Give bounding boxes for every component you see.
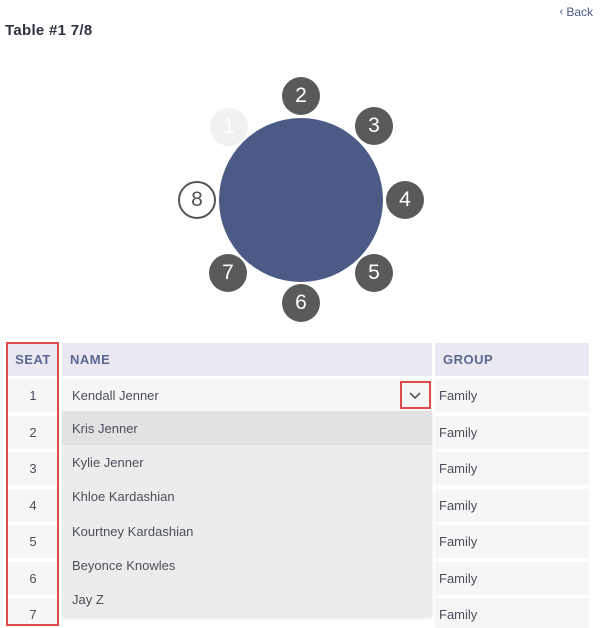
seat-3[interactable]: 3 [355,107,393,145]
group-cell: Family [435,562,589,595]
seat-8[interactable]: 8 [178,181,216,219]
group-cell: Family [435,525,589,558]
name-select-value: Kendall Jenner [72,388,159,403]
seat-7[interactable]: 7 [209,254,247,292]
seat-cell: 3 [7,452,59,485]
group-cell: Family [435,598,589,628]
column-header-seat: SEAT [7,343,59,376]
seat-cell: 5 [7,525,59,558]
seat-cell: 7 [7,598,59,628]
dropdown-option[interactable]: Kourtney Kardashian [62,514,432,548]
group-cell: Family [435,452,589,485]
page: ‹ Back Table #1 7/8 1 2 3 4 5 6 7 8 SEAT… [0,0,603,628]
dropdown-option[interactable]: Kylie Jenner [62,445,432,479]
seat-1[interactable]: 1 [210,108,248,146]
seat-5[interactable]: 5 [355,254,393,292]
name-select[interactable]: Kendall Jenner [62,379,432,412]
group-cell: Family [435,379,589,412]
seat-6[interactable]: 6 [282,284,320,322]
table-circle [219,118,383,282]
seating-diagram: 1 2 3 4 5 6 7 8 [0,0,603,330]
seat-cell: 1 [7,379,59,412]
dropdown-option[interactable]: Khloe Kardashian [62,480,432,514]
dropdown-option[interactable]: Jay Z [62,582,432,616]
column-header-name: NAME [62,343,432,376]
name-dropdown-menu: Kris Jenner Kylie Jenner Khloe Kardashia… [62,411,432,617]
column-header-group: GROUP [435,343,589,376]
seat-2[interactable]: 2 [282,77,320,115]
dropdown-option[interactable]: Beyonce Knowles [62,548,432,582]
chevron-down-icon[interactable] [402,385,428,407]
seat-cell: 6 [7,562,59,595]
seat-4[interactable]: 4 [386,181,424,219]
group-cell: Family [435,416,589,449]
dropdown-option[interactable]: Kris Jenner [62,411,432,446]
seat-cell: 4 [7,489,59,522]
seat-cell: 2 [7,416,59,449]
group-cell: Family [435,489,589,522]
